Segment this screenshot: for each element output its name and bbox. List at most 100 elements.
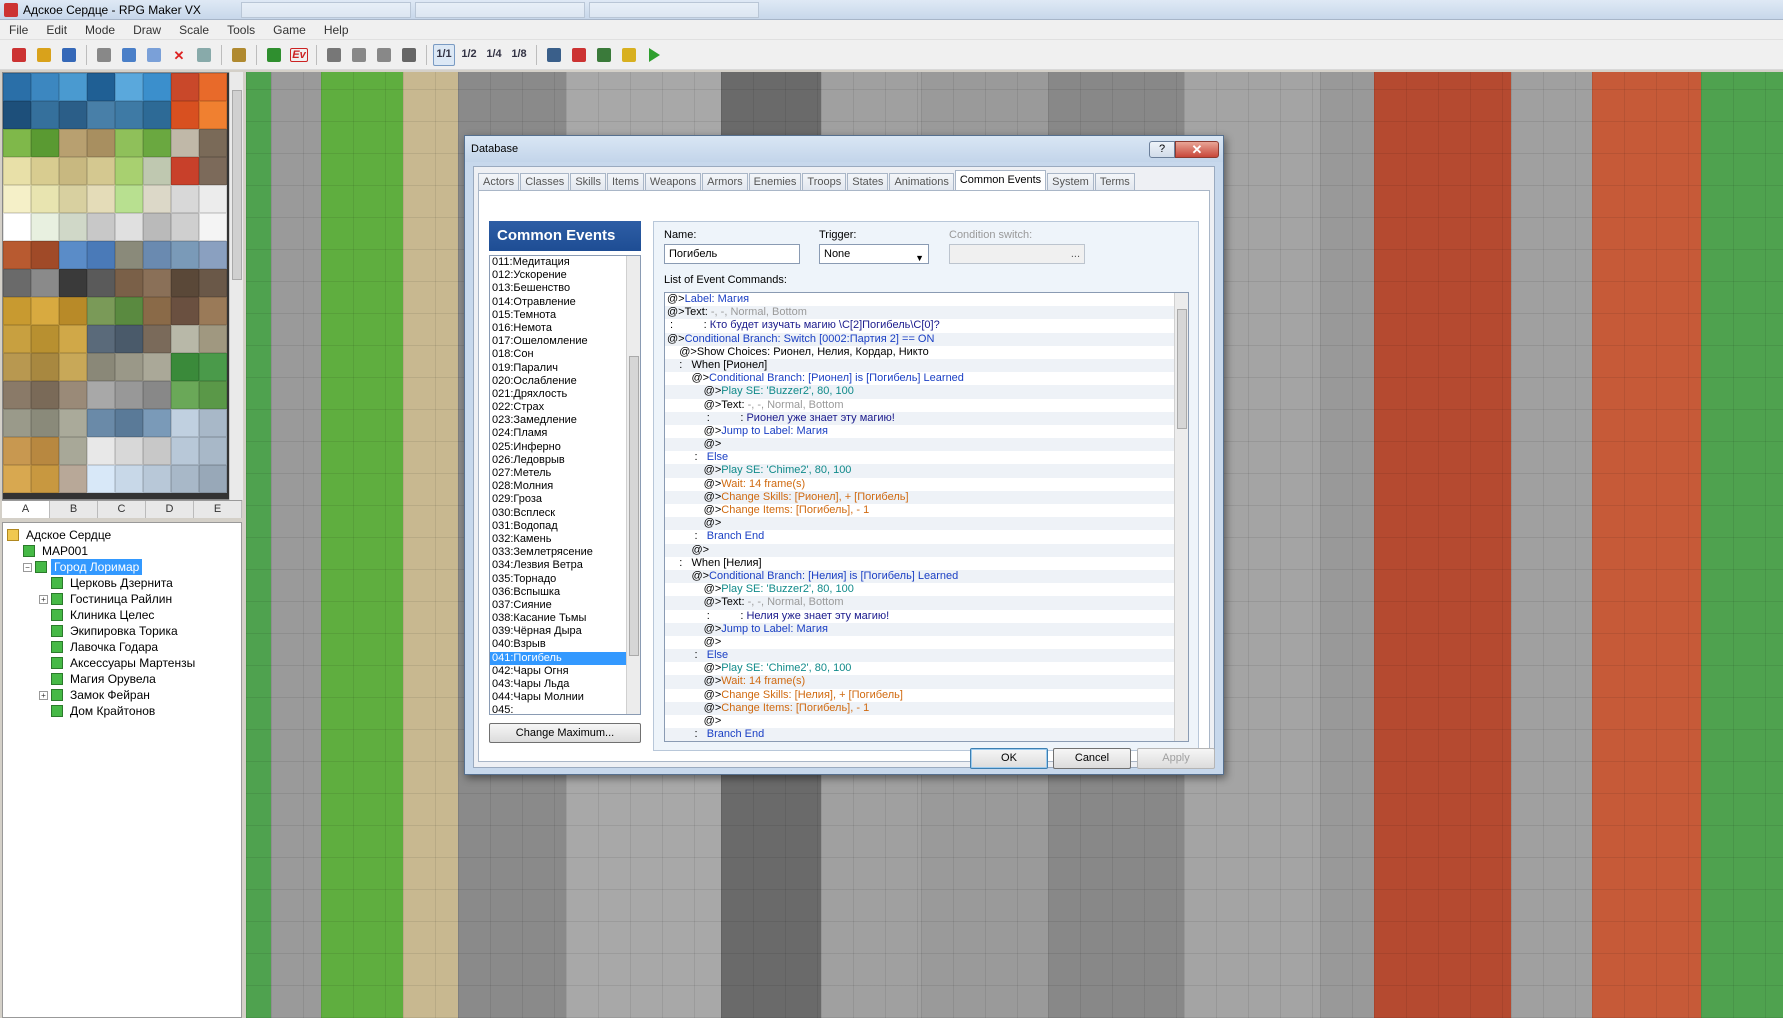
tile[interactable] [87, 129, 115, 157]
common-event-item[interactable]: 028:Молния [490, 480, 626, 493]
tile[interactable] [31, 241, 59, 269]
map-tree-item[interactable]: + Гостиница Райлин [3, 591, 241, 607]
common-event-item[interactable]: 027:Метель [490, 467, 626, 480]
tile[interactable] [59, 101, 87, 129]
event-command-row[interactable]: @>Label: Магия [665, 293, 1175, 306]
map-tree-item[interactable]: Церковь Дзернита [3, 575, 241, 591]
delete-button[interactable]: ✕ [168, 44, 190, 66]
tile[interactable] [59, 297, 87, 325]
map-tree-item[interactable]: + Замок Фейран [3, 687, 241, 703]
tile[interactable] [87, 465, 115, 493]
fill-button[interactable] [398, 44, 420, 66]
tab-armors[interactable]: Armors [702, 173, 748, 191]
help-button[interactable]: ? [1149, 140, 1175, 158]
tile[interactable] [3, 409, 31, 437]
tile[interactable] [31, 73, 59, 101]
scale-1-2-button[interactable]: 1/2 [458, 44, 480, 66]
scale-1-8-button[interactable]: 1/8 [508, 44, 530, 66]
map-mode-button[interactable] [263, 44, 285, 66]
tile[interactable] [199, 297, 227, 325]
event-command-row[interactable]: @> [665, 543, 1175, 557]
map-tree-item[interactable]: Адское Сердце [3, 527, 241, 543]
pencil-button[interactable] [323, 44, 345, 66]
tile[interactable] [143, 437, 171, 465]
tile[interactable] [171, 101, 199, 129]
rectangle-button[interactable] [348, 44, 370, 66]
common-event-item[interactable]: 035:Торнадо [490, 573, 626, 586]
tile[interactable] [115, 409, 143, 437]
common-event-item[interactable]: 038:Касание Тьмы [490, 612, 626, 625]
tile[interactable] [87, 241, 115, 269]
tile[interactable] [3, 101, 31, 129]
tile[interactable] [3, 381, 31, 409]
tile[interactable] [87, 213, 115, 241]
tile[interactable] [31, 129, 59, 157]
common-event-item[interactable]: 017:Ошеломление [490, 335, 626, 348]
tile[interactable] [171, 185, 199, 213]
event-command-row[interactable]: : When [Нелия] [665, 557, 1175, 570]
tile[interactable] [143, 409, 171, 437]
menu-draw[interactable]: Draw [124, 20, 170, 40]
event-command-row[interactable]: @>Wait: 14 frame(s) [665, 675, 1175, 689]
expand-icon[interactable]: + [39, 690, 48, 700]
tile-palette[interactable] [2, 72, 242, 500]
tab-skills[interactable]: Skills [570, 173, 606, 191]
tile[interactable] [171, 241, 199, 269]
tile[interactable] [87, 269, 115, 297]
event-command-row[interactable]: @>Play SE: 'Chime2', 80, 100 [665, 464, 1175, 478]
tile[interactable] [31, 297, 59, 325]
tile[interactable] [143, 73, 171, 101]
menu-game[interactable]: Game [264, 20, 315, 40]
tile[interactable] [31, 157, 59, 185]
common-event-item[interactable]: 033:Землетрясение [490, 546, 626, 559]
common-event-item[interactable]: 042:Чары Огня [490, 665, 626, 678]
tile[interactable] [115, 185, 143, 213]
tile[interactable] [115, 157, 143, 185]
materials-button[interactable] [568, 44, 590, 66]
tile[interactable] [171, 269, 199, 297]
tile[interactable] [115, 213, 143, 241]
tab-terms[interactable]: Terms [1094, 173, 1135, 191]
event-command-row[interactable]: @>Text: -, -, Normal, Bottom [665, 306, 1175, 320]
tile[interactable] [31, 353, 59, 381]
event-command-row[interactable]: @>Change Skills: [Нелия], + [Погибель] [665, 689, 1175, 702]
common-event-item[interactable]: 045: [490, 704, 626, 714]
tile[interactable] [143, 213, 171, 241]
tile[interactable] [59, 381, 87, 409]
commands-scrollbar[interactable] [1174, 293, 1188, 741]
common-event-item[interactable]: 019:Паралич [490, 362, 626, 375]
tile[interactable] [59, 185, 87, 213]
tab-actors[interactable]: Actors [478, 173, 520, 191]
common-event-item[interactable]: 044:Чары Молнии [490, 691, 626, 704]
tile[interactable] [143, 129, 171, 157]
tile[interactable] [59, 213, 87, 241]
common-event-item[interactable]: 043:Чары Льда [490, 678, 626, 691]
tile[interactable] [171, 353, 199, 381]
common-event-item[interactable]: 026:Ледоврыв [490, 454, 626, 467]
common-event-item[interactable]: 031:Водопад [490, 520, 626, 533]
common-event-item[interactable]: 030:Всплеск [490, 507, 626, 520]
tile[interactable] [143, 325, 171, 353]
sound-test-button[interactable] [618, 44, 640, 66]
tile[interactable] [115, 297, 143, 325]
event-command-row[interactable]: @>Show Choices: Рионел, Нелия, Кордар, Н… [665, 346, 1175, 359]
scrollbar-thumb[interactable] [1177, 309, 1187, 429]
scrollbar-thumb[interactable] [232, 90, 242, 280]
tile[interactable] [143, 297, 171, 325]
tab-enemies[interactable]: Enemies [748, 173, 802, 191]
tile[interactable] [171, 73, 199, 101]
common-event-item[interactable]: 039:Чёрная Дыра [490, 625, 626, 638]
tile[interactable] [87, 325, 115, 353]
tile[interactable] [31, 269, 59, 297]
tile[interactable] [3, 241, 31, 269]
tab-troops[interactable]: Troops [802, 173, 847, 191]
tile[interactable] [199, 157, 227, 185]
common-event-item[interactable]: 041:Погибель [490, 651, 626, 665]
map-tree-item[interactable]: Клиника Целес [3, 607, 241, 623]
tile[interactable] [59, 465, 87, 493]
tile[interactable] [3, 185, 31, 213]
tile[interactable] [87, 353, 115, 381]
tile[interactable] [3, 129, 31, 157]
event-mode-button[interactable]: Ev [288, 44, 310, 66]
tile[interactable] [87, 409, 115, 437]
